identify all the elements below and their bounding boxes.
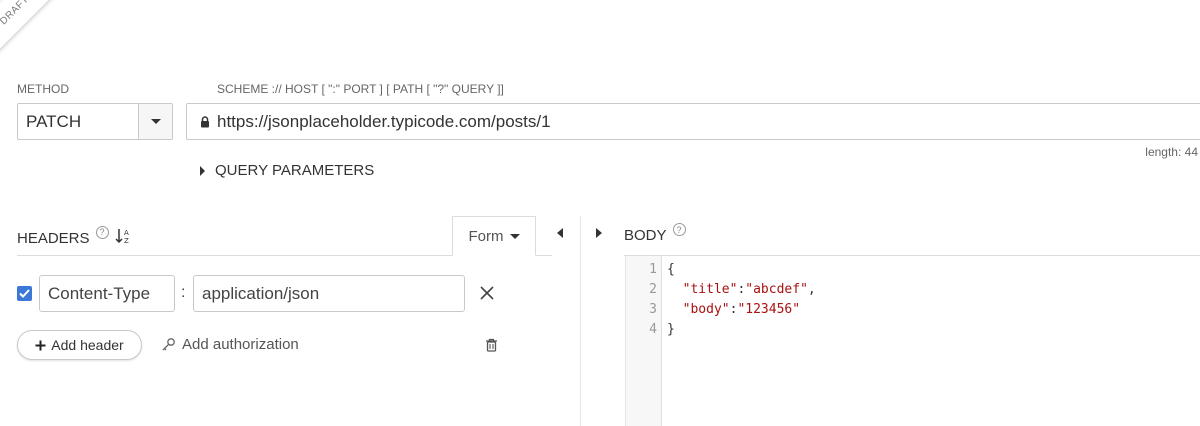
caret-right-icon [596, 228, 602, 238]
method-value[interactable]: PATCH [18, 104, 138, 139]
caret-left-icon [557, 228, 563, 238]
lock-icon [198, 115, 212, 128]
json-key: "body" [682, 302, 730, 317]
panel-divider[interactable] [580, 216, 581, 426]
chevron-down-icon [509, 233, 520, 239]
add-authorization-label: Add authorization [182, 336, 299, 353]
body-heading: BODY ? [624, 223, 686, 244]
collapse-right-button[interactable] [596, 228, 602, 238]
draft-ribbon: DRAFT [0, 0, 70, 66]
key-icon [162, 338, 175, 351]
add-authorization-link[interactable]: Add authorization [161, 336, 299, 353]
json-comma: , [807, 282, 816, 297]
help-icon[interactable]: ? [95, 225, 109, 239]
code-text: { [667, 262, 675, 277]
chevron-down-icon [150, 119, 161, 124]
code-line[interactable]: "title":"abcdef", [667, 282, 816, 297]
close-icon [480, 286, 494, 300]
delete-all-headers-button[interactable] [485, 338, 498, 357]
url-input[interactable]: https://jsonplaceholder.typicode.com/pos… [186, 103, 1200, 140]
add-header-label: Add header [51, 337, 124, 353]
plus-icon [35, 340, 46, 350]
url-hint: SCHEME :// HOST [ ":" PORT ] [ PATH [ "?… [217, 82, 504, 96]
remove-header-button[interactable] [478, 284, 496, 302]
line-number: 2 [649, 282, 657, 297]
json-key: "title" [682, 282, 738, 297]
json-value: "abcdef" [745, 282, 808, 297]
draft-label: DRAFT [0, 0, 32, 28]
line-number-gutter: 1 2 3 4 [625, 256, 662, 426]
url-value[interactable]: https://jsonplaceholder.typicode.com/pos… [217, 112, 551, 132]
code-line[interactable]: "body":"123456" [667, 302, 800, 317]
header-key-input[interactable]: Content-Type [39, 275, 175, 312]
headers-title: HEADERS [17, 229, 90, 247]
form-tab[interactable]: Form [452, 216, 536, 256]
svg-text:Z: Z [124, 237, 129, 245]
body-editor[interactable]: 1 2 3 4 { "title":"abcdef", "body":"1234… [625, 256, 1200, 426]
method-label: METHOD [17, 82, 69, 96]
line-number: 1 [649, 262, 657, 277]
method-dropdown-button[interactable] [138, 104, 172, 139]
add-header-button[interactable]: Add header [17, 330, 142, 360]
header-separator: : [181, 284, 186, 301]
json-value: "123456" [737, 302, 801, 317]
code-line[interactable]: { [667, 262, 675, 277]
headers-heading: HEADERS ? A Z [17, 225, 131, 249]
line-number: 4 [649, 322, 657, 337]
body-title: BODY [624, 227, 667, 244]
method-select[interactable]: PATCH [17, 103, 173, 140]
check-icon [19, 289, 30, 298]
url-length: length: 44 [1145, 145, 1198, 159]
svg-text:A: A [124, 229, 129, 237]
code-line[interactable]: } [667, 322, 675, 337]
form-tab-label: Form [468, 227, 504, 245]
line-number: 3 [649, 302, 657, 317]
trash-icon [486, 338, 497, 352]
collapse-left-button[interactable] [557, 228, 563, 238]
query-parameters-label: QUERY PARAMETERS [215, 162, 375, 179]
help-icon[interactable]: ? [672, 223, 686, 236]
sort-az-icon[interactable]: A Z [115, 227, 131, 249]
header-value-input[interactable]: application/json [193, 275, 465, 312]
query-parameters-toggle[interactable]: QUERY PARAMETERS [200, 162, 374, 179]
header-enabled-checkbox[interactable] [17, 286, 32, 301]
code-text: } [667, 322, 675, 337]
caret-right-icon [200, 165, 205, 176]
